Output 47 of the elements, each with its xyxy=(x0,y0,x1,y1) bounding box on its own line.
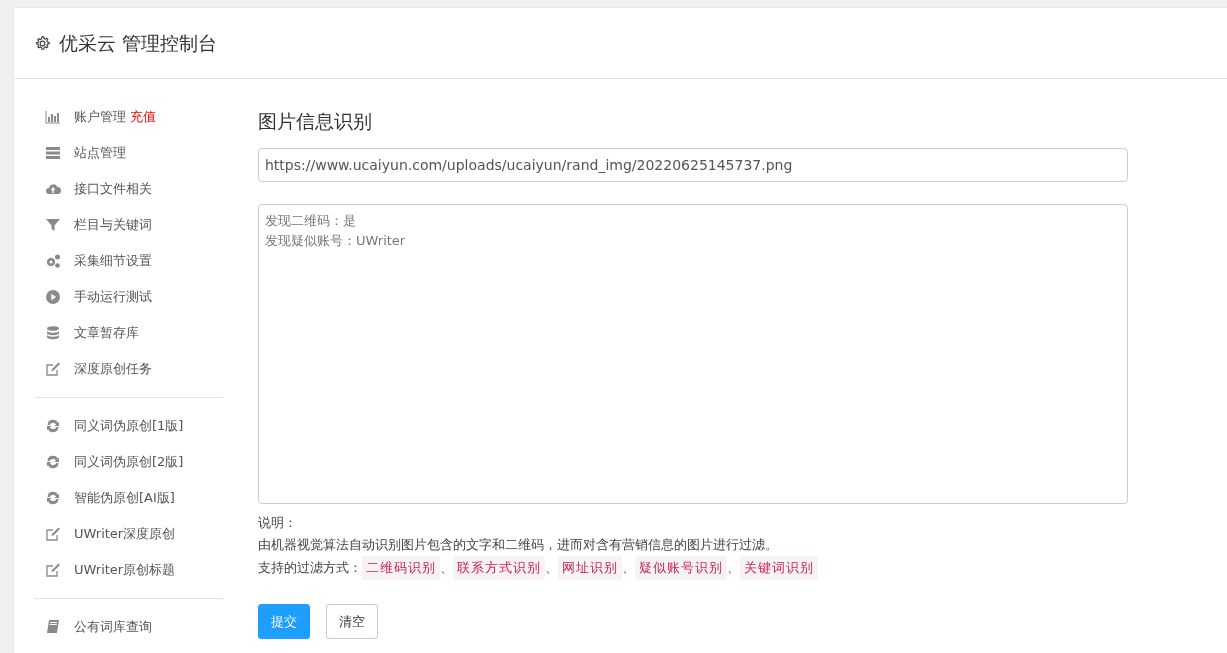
filter-tag: 网址识别 xyxy=(558,555,622,580)
sidebar-item[interactable]: 深度原创任务 xyxy=(34,351,223,387)
separator-mark: 、 xyxy=(440,558,453,577)
filters-label: 支持的过滤方式： xyxy=(258,558,362,577)
sidebar-item[interactable]: 文章暂存库 xyxy=(34,315,223,351)
edit-icon xyxy=(44,526,62,542)
sidebar-item[interactable]: 手动运行测试 xyxy=(34,279,223,315)
edit-icon xyxy=(44,562,62,578)
filter-tag: 关键词识别 xyxy=(740,555,818,580)
sidebar-item[interactable]: 账户管理 充值 xyxy=(34,99,223,135)
separator-mark: 、 xyxy=(727,558,740,577)
sidebar-item[interactable]: 智能伪原创[AI版] xyxy=(34,480,223,516)
sidebar-item[interactable]: 公有词库查询 xyxy=(34,609,223,645)
notes-description: 由机器视觉算法自动识别图片包含的文字和二维码，进而对含有营销信息的图片进行过滤。 xyxy=(258,535,779,554)
server-icon xyxy=(44,145,62,161)
filter-tag: 疑似账号识别 xyxy=(635,555,727,580)
edit-icon xyxy=(44,361,62,377)
sidebar-item[interactable]: 站点管理 xyxy=(34,135,223,171)
refresh-icon xyxy=(44,418,62,434)
page-title: 图片信息识别 xyxy=(258,109,373,134)
filter-icon xyxy=(44,217,62,233)
gears-icon xyxy=(44,253,62,269)
database-icon xyxy=(44,325,62,341)
separator-mark: 、 xyxy=(622,558,635,577)
clear-button[interactable]: 清空 xyxy=(326,603,378,639)
refresh-icon xyxy=(44,490,62,506)
result-text-area[interactable]: 发现二维码：是 发现疑似账号：UWriter xyxy=(258,203,1128,504)
url-input-field[interactable]: https://www.ucaiyun.com/uploads/ucaiyun/rand_img/20220625145737.png xyxy=(258,147,1128,182)
sidebar-item[interactable]: 同义词伪原创[2版] xyxy=(34,444,223,480)
filter-tag: 二维码识别 xyxy=(362,555,440,580)
separator-mark: 、 xyxy=(545,558,558,577)
filter-tag: 联系方式识别 xyxy=(453,555,545,580)
recharge-link[interactable]: 充值 xyxy=(130,107,156,127)
book-icon xyxy=(44,619,62,635)
sidebar-item[interactable]: UWriter深度原创 xyxy=(34,516,223,552)
refresh-icon xyxy=(44,454,62,470)
cloud-upload-icon xyxy=(44,181,62,197)
console-title: 优采云 管理控制台 xyxy=(59,30,218,56)
sidebar-item[interactable]: UWriter原创标题 xyxy=(34,552,223,588)
notes-heading: 说明： xyxy=(258,513,298,532)
sidebar-item[interactable]: 采集细节设置 xyxy=(34,243,223,279)
bar-chart-icon xyxy=(44,109,62,125)
sidebar-item[interactable]: 接口文件相关 xyxy=(34,171,223,207)
settings-icon xyxy=(34,34,51,52)
sidebar-item[interactable]: 栏目与关键词 xyxy=(34,207,223,243)
play-circle-icon xyxy=(44,289,62,305)
sidebar-item[interactable]: 同义词伪原创[1版] xyxy=(34,408,223,444)
